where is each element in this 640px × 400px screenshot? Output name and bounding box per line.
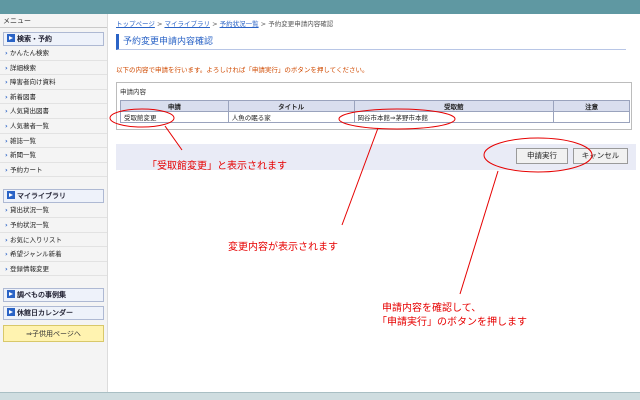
section-title: 調べもの事例集 <box>17 291 66 300</box>
annotation-request-type: 「受取館変更」と表示されます <box>147 161 287 172</box>
cancel-button[interactable]: キャンセル <box>573 148 628 164</box>
section-title: 休館日カレンダー <box>17 309 73 318</box>
menu-label: メニュー <box>0 14 107 28</box>
column-header-pickup-library: 受取館 <box>353 100 555 112</box>
sidebar-item-popular-loans[interactable]: 人気貸出図書 <box>0 104 107 119</box>
breadcrumb-separator: > <box>156 20 163 28</box>
sidebar-item-account-settings[interactable]: 登録情報変更 <box>0 262 107 277</box>
sidebar-item-advanced-search[interactable]: 詳細検索 <box>0 61 107 76</box>
sidebar-item-accessible-materials[interactable]: 障害者向け資料 <box>0 75 107 90</box>
sidebar-item-simple-search[interactable]: かんたん検索 <box>0 46 107 61</box>
play-icon <box>7 191 15 200</box>
sidebar-section-my-library[interactable]: マイライブラリ <box>3 189 104 204</box>
sidebar-item-loan-status[interactable]: 貸出状況一覧 <box>0 203 107 218</box>
annotation-pointer-buttons <box>459 170 499 295</box>
cell-request-type: 受取館変更 <box>120 111 229 123</box>
section-title: マイライブラリ <box>17 192 66 201</box>
breadcrumb: トップページ > マイライブラリ > 予約状況一覧 > 予約変更申請内容確認 <box>116 14 636 34</box>
section-title: 検索・予約 <box>17 35 52 43</box>
cell-pickup-library: 岡谷市本館⇒茅野市本館 <box>353 111 555 123</box>
sidebar-item-newspapers[interactable]: 新聞一覧 <box>0 148 107 163</box>
annotation-confirm-line1: 申請内容を確認して、 <box>382 303 482 314</box>
table-row: 受取館変更 人魚の眠る家 岡谷市本館⇒茅野市本館 <box>120 111 630 123</box>
column-header-title: タイトル <box>227 100 355 112</box>
sidebar-section-reference-cases[interactable]: 調べもの事例集 <box>3 288 104 303</box>
page-title: 予約変更申請内容確認 <box>116 34 626 50</box>
sidebar-item-reservation-cart[interactable]: 予約カート <box>0 163 107 178</box>
annotation-pointer-library <box>341 127 379 226</box>
annotation-change-content: 変更内容が表示されます <box>228 242 338 253</box>
sidebar-item-magazines[interactable]: 雑誌一覧 <box>0 134 107 149</box>
play-icon <box>7 34 15 42</box>
top-bar <box>0 0 640 14</box>
sidebar-section-closed-calendar[interactable]: 休館日カレンダー <box>3 306 104 321</box>
cell-title: 人魚の眠る家 <box>227 111 355 123</box>
play-icon <box>7 290 15 299</box>
sidebar-item-favorites[interactable]: お気に入りリスト <box>0 233 107 248</box>
column-header-request: 申請 <box>120 100 229 112</box>
breadcrumb-link-top[interactable]: トップページ <box>116 20 155 28</box>
instruction-text: 以下の内容で申請を行います。よろしければ「申請実行」のボタンを押してください。 <box>116 66 369 74</box>
annotation-confirm-line2: 「申請実行」のボタンを押します <box>377 317 527 328</box>
kids-page-link[interactable]: ⇒子供用ページへ <box>3 325 104 343</box>
breadcrumb-link-my-library[interactable]: マイライブラリ <box>164 20 210 28</box>
request-table: 申請 タイトル 受取館 注意 受取館変更 人魚の眠る家 岡谷市本館⇒茅野市本館 <box>120 100 630 123</box>
breadcrumb-link-reservation-status[interactable]: 予約状況一覧 <box>220 20 259 28</box>
breadcrumb-separator: > <box>212 20 218 28</box>
section-label: 申請内容 <box>120 88 146 96</box>
main-content: トップページ > マイライブラリ > 予約状況一覧 > 予約変更申請内容確認 予… <box>116 14 636 170</box>
breadcrumb-current: 予約変更申請内容確認 <box>268 20 334 28</box>
sidebar-item-new-books[interactable]: 新着図書 <box>0 90 107 105</box>
column-header-note: 注意 <box>553 100 630 112</box>
sidebar-item-popular-authors[interactable]: 人気著者一覧 <box>0 119 107 134</box>
footer-bar <box>0 392 640 400</box>
sidebar-section-search[interactable]: 検索・予約 <box>3 32 104 46</box>
sidebar: メニュー 検索・予約 かんたん検索 詳細検索 障害者向け資料 新着図書 人気貸出… <box>0 14 108 392</box>
sidebar-item-reservation-status[interactable]: 予約状況一覧 <box>0 218 107 233</box>
play-icon <box>7 308 15 317</box>
sidebar-item-genre-new[interactable]: 希望ジャンル新着 <box>0 247 107 262</box>
breadcrumb-separator: > <box>260 20 267 28</box>
search-menu: かんたん検索 詳細検索 障害者向け資料 新着図書 人気貸出図書 人気著者一覧 雑… <box>0 46 107 178</box>
request-details-box: 申請内容 申請 タイトル 受取館 注意 受取館変更 人魚の眠る家 岡谷市本館⇒茅… <box>116 82 632 130</box>
submit-request-button[interactable]: 申請実行 <box>516 148 568 164</box>
cell-note <box>553 111 630 123</box>
table-header-row: 申請 タイトル 受取館 注意 <box>120 100 630 112</box>
my-library-menu: 貸出状況一覧 予約状況一覧 お気に入りリスト 希望ジャンル新着 登録情報変更 <box>0 203 107 277</box>
